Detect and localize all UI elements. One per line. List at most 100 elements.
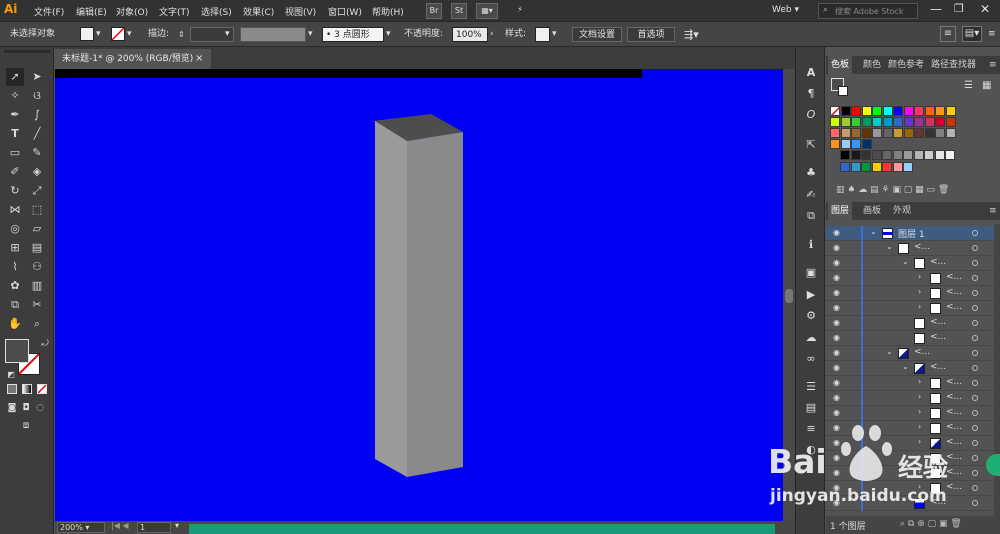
swatch[interactable] [882, 128, 893, 138]
character-panel-icon[interactable]: A [803, 65, 819, 81]
layer-target-icon[interactable] [972, 245, 978, 251]
fill-dropdown-icon[interactable]: ▾ [96, 27, 101, 42]
width-tool-icon[interactable]: ⋈ [6, 201, 24, 219]
zoom-tool-icon[interactable]: ⌕ [28, 315, 46, 333]
layer-row[interactable]: ◉ › <... [826, 436, 994, 451]
swatch[interactable] [840, 117, 851, 127]
menu-select[interactable]: 选择(S) [201, 5, 232, 18]
swatch[interactable] [903, 128, 914, 138]
symbols-panel-icon[interactable]: ♣ [803, 165, 819, 181]
swatch[interactable] [945, 150, 955, 160]
expand-chevron-icon[interactable]: › [918, 437, 921, 446]
tab-swatches[interactable]: 色板 [828, 56, 853, 74]
swatch[interactable] [840, 162, 850, 172]
graphic-style-swatch[interactable] [535, 27, 550, 42]
swatch[interactable] [850, 150, 861, 160]
shaper-tool-icon[interactable]: ✐ [6, 163, 24, 181]
preferences-button[interactable]: 首选项 [627, 27, 675, 42]
layer-target-icon[interactable] [972, 260, 978, 266]
mesh-tool-icon[interactable]: ⊞ [6, 239, 24, 257]
layer-target-icon[interactable] [972, 350, 978, 356]
swatch[interactable] [945, 117, 956, 127]
visibility-eye-icon[interactable]: ◉ [833, 334, 842, 342]
visibility-eye-icon[interactable]: ◉ [833, 424, 842, 432]
stroke-swatch[interactable] [111, 27, 125, 41]
panel-menu-icon[interactable]: ≡ [986, 56, 1000, 74]
arrange-documents-icon[interactable]: ▦▾ [476, 3, 498, 19]
blend-tool-icon[interactable]: ⚇ [28, 258, 46, 276]
layer-target-icon[interactable] [972, 410, 978, 416]
free-transform-tool-icon[interactable]: ⬚ [28, 201, 46, 219]
stroke-panel-icon[interactable]: ≡ [803, 421, 819, 437]
swatch[interactable] [893, 106, 903, 116]
expand-chevron-icon[interactable]: ⌄ [870, 227, 877, 236]
layer-target-icon[interactable] [972, 365, 978, 371]
swatch[interactable] [892, 150, 903, 160]
visibility-eye-icon[interactable]: ◉ [833, 364, 842, 372]
layer-row[interactable]: ◉ ⌄ <... [826, 361, 994, 376]
shape-builder-tool-icon[interactable]: ◎ [6, 220, 24, 238]
opentype-panel-icon[interactable]: O [803, 107, 819, 123]
none-swatch[interactable] [830, 106, 840, 116]
lasso-tool-icon[interactable]: ଓ [28, 87, 46, 105]
expand-chevron-icon[interactable]: ⌄ [902, 362, 909, 371]
swatch[interactable] [935, 106, 945, 116]
swatch[interactable] [872, 106, 882, 116]
layer-row[interactable]: ◉ › <... [826, 451, 994, 466]
menu-type[interactable]: 文字(T) [159, 5, 190, 18]
layer-row[interactable]: ◉ <... [826, 496, 994, 511]
magic-wand-tool-icon[interactable]: ✧ [6, 87, 24, 105]
menu-edit[interactable]: 编辑(E) [76, 5, 107, 18]
layer-target-icon[interactable] [972, 425, 978, 431]
gradient-panel-icon[interactable]: ▤ [803, 400, 819, 416]
perspective-grid-tool-icon[interactable]: ▱ [28, 220, 46, 238]
artboard-canvas[interactable] [55, 69, 783, 522]
arrange-icon[interactable]: ⇶▾ [684, 27, 699, 42]
brushes-panel-icon[interactable]: ✍ [803, 187, 819, 203]
visibility-eye-icon[interactable]: ◉ [833, 259, 842, 267]
layer-row[interactable]: ◉ › <... [826, 301, 994, 316]
expand-chevron-icon[interactable]: › [918, 377, 921, 386]
info-panel-icon[interactable]: ℹ [803, 237, 819, 253]
layer-target-icon[interactable] [972, 380, 978, 386]
close-window-button[interactable]: ✕ [980, 2, 990, 16]
opacity-input[interactable]: 100% [452, 27, 488, 42]
slice-tool-icon[interactable]: ✂ [28, 296, 46, 314]
zoom-field[interactable]: 200% ▾ [57, 522, 105, 533]
actions-panel-icon[interactable]: ▶ [803, 287, 819, 303]
expand-chevron-icon[interactable]: › [918, 407, 921, 416]
variable-width-profile[interactable] [240, 27, 306, 42]
visibility-eye-icon[interactable]: ◉ [833, 469, 842, 477]
opacity-arrow-icon[interactable]: › [490, 27, 494, 42]
swatch[interactable] [861, 150, 871, 160]
gpu-icon[interactable]: ⚡ [512, 3, 528, 19]
asset-export-icon[interactable]: ⧉ [803, 208, 819, 224]
swatch[interactable] [882, 106, 893, 116]
swatch[interactable] [935, 128, 945, 138]
expand-chevron-icon[interactable]: › [918, 452, 921, 461]
expand-chevron-icon[interactable]: › [918, 302, 921, 311]
expand-chevron-icon[interactable]: ⌄ [886, 242, 893, 251]
profile-dropdown-icon[interactable]: ▾ [308, 27, 313, 42]
stroke-weight-stepper[interactable]: ⇕ [178, 27, 185, 42]
document-info-icon[interactable]: ⚙ [803, 308, 819, 324]
menu-window[interactable]: 窗口(W) [328, 5, 362, 18]
swatch[interactable] [893, 128, 903, 138]
swatch-stroke-indicator[interactable] [838, 86, 848, 96]
transparency-panel-icon[interactable]: ▣ [803, 265, 819, 281]
rectangle-tool-icon[interactable]: ▭ [6, 144, 24, 162]
graph-tool-icon[interactable]: ▥ [28, 277, 46, 295]
layer-row[interactable]: ◉ ⌄ <... [826, 346, 994, 361]
paragraph-panel-icon[interactable]: ¶ [803, 86, 819, 102]
pen-tool-icon[interactable]: ✒ [6, 106, 24, 124]
curvature-tool-icon[interactable]: ∫ [28, 106, 46, 124]
swatch[interactable] [903, 150, 913, 160]
swatch[interactable] [851, 139, 861, 149]
line-tool-icon[interactable]: ╱ [28, 125, 46, 143]
layer-row-top[interactable]: ◉ ⌄ 图层 1 [826, 226, 994, 241]
visibility-eye-icon[interactable]: ◉ [833, 229, 842, 237]
swatch[interactable] [872, 117, 882, 127]
layer-row[interactable]: ◉ › <... [826, 466, 994, 481]
libraries-panel-icon[interactable]: ☁ [803, 330, 819, 346]
layers-scrollbar[interactable] [994, 224, 1000, 524]
